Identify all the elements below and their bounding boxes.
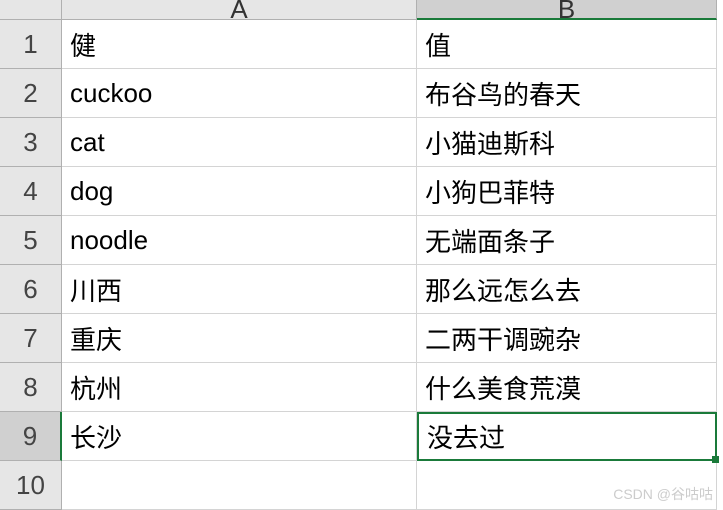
cell-a5[interactable]: noodle bbox=[62, 216, 417, 265]
cell-b5[interactable]: 无端面条子 bbox=[417, 216, 717, 265]
cell-b2[interactable]: 布谷鸟的春天 bbox=[417, 69, 717, 118]
cell-b7[interactable]: 二两干调豌杂 bbox=[417, 314, 717, 363]
cell-b1[interactable]: 值 bbox=[417, 20, 717, 69]
cell-a3[interactable]: cat bbox=[62, 118, 417, 167]
cell-a7[interactable]: 重庆 bbox=[62, 314, 417, 363]
col-header-a[interactable]: A bbox=[62, 0, 417, 20]
cell-b8[interactable]: 什么美食荒漠 bbox=[417, 363, 717, 412]
cell-b9[interactable]: 没去过 bbox=[417, 412, 717, 461]
row-header-10[interactable]: 10 bbox=[0, 461, 62, 510]
row-header-6[interactable]: 6 bbox=[0, 265, 62, 314]
cell-a9[interactable]: 长沙 bbox=[62, 412, 417, 461]
row-header-7[interactable]: 7 bbox=[0, 314, 62, 363]
cell-b4[interactable]: 小狗巴菲特 bbox=[417, 167, 717, 216]
cell-a10[interactable] bbox=[62, 461, 417, 510]
spreadsheet-grid: A B 1 健 值 2 cuckoo 布谷鸟的春天 3 cat 小猫迪斯科 4 … bbox=[0, 0, 723, 510]
cell-b6[interactable]: 那么远怎么去 bbox=[417, 265, 717, 314]
row-header-8[interactable]: 8 bbox=[0, 363, 62, 412]
row-header-3[interactable]: 3 bbox=[0, 118, 62, 167]
select-all-corner[interactable] bbox=[0, 0, 62, 20]
row-header-1[interactable]: 1 bbox=[0, 20, 62, 69]
cell-a2[interactable]: cuckoo bbox=[62, 69, 417, 118]
cell-a4[interactable]: dog bbox=[62, 167, 417, 216]
cell-a6[interactable]: 川西 bbox=[62, 265, 417, 314]
row-header-5[interactable]: 5 bbox=[0, 216, 62, 265]
row-header-9[interactable]: 9 bbox=[0, 412, 62, 461]
row-header-4[interactable]: 4 bbox=[0, 167, 62, 216]
row-header-2[interactable]: 2 bbox=[0, 69, 62, 118]
cell-b3[interactable]: 小猫迪斯科 bbox=[417, 118, 717, 167]
watermark-text: CSDN @谷咕咕 bbox=[613, 484, 713, 504]
col-header-b[interactable]: B bbox=[417, 0, 717, 20]
cell-a8[interactable]: 杭州 bbox=[62, 363, 417, 412]
cell-a1[interactable]: 健 bbox=[62, 20, 417, 69]
